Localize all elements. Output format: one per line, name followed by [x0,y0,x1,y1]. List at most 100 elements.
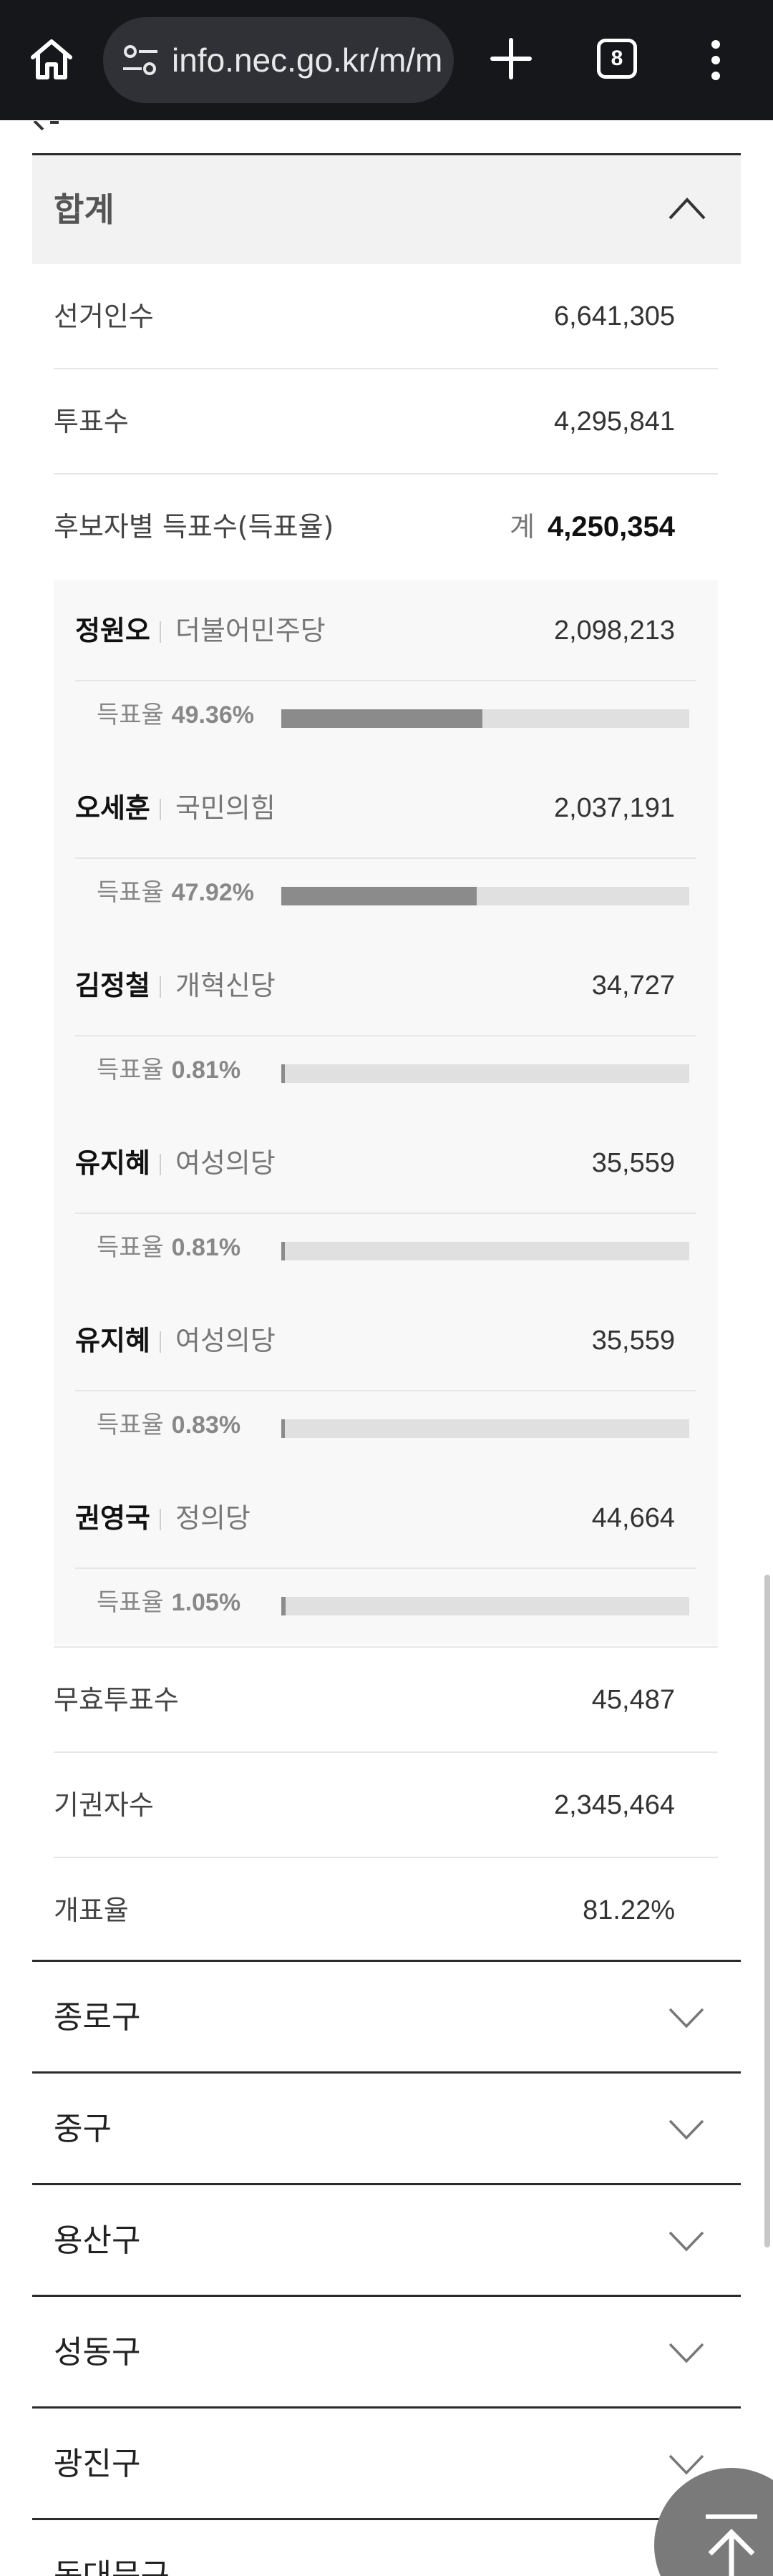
vote-rate-text: 득표율 0.81% [97,1233,240,1263]
district-row[interactable]: 동대문구 [32,2518,741,2576]
row-abstain: 기권자수 2,345,464 [54,1753,718,1858]
row-value: 4,295,841 [553,407,675,437]
name-separator [160,621,161,643]
row-label: 무효투표수 [54,1684,179,1716]
candidate-card: 정원오 더불어민주당 2,098,213 득표율 49.36% [54,580,718,757]
district-row[interactable]: 광진구 [32,2406,741,2518]
cutoff-text-fragment [31,120,60,131]
district-name: 동대문구 [54,2557,170,2576]
district-row[interactable]: 용산구 [32,2183,741,2295]
name-separator [160,1154,161,1175]
vote-rate-value: 0.81% [171,1056,241,1084]
candidate-name: 오세훈 [75,792,150,824]
vote-rate-value: 0.83% [171,1411,241,1439]
vote-rate-bar [281,1597,689,1615]
name-separator [160,799,161,820]
name-separator [160,976,161,998]
candidate-votes: 44,664 [591,1503,675,1533]
row-label: 투표수 [54,406,129,437]
district-row[interactable]: 종로구 [32,1960,741,2071]
chevron-down-icon[interactable] [668,2230,705,2252]
vote-rate-bar-fill [281,1242,285,1260]
row-label: 선거인수 [54,301,154,332]
name-separator [160,1331,161,1353]
vote-rate-bar [281,1064,689,1083]
vote-rate-label: 득표율 [97,878,164,907]
chevron-up-icon[interactable] [668,195,706,221]
vote-rate-bar [281,887,689,905]
candidate-header: 유지혜 여성의당 35,559 [75,1290,696,1391]
candidate-votes: 2,098,213 [553,616,675,646]
vote-rate-text: 득표율 1.05% [97,1588,240,1618]
row-label: 후보자별 득표수(득표율) [54,511,334,543]
vote-rate-label: 득표율 [97,1056,164,1084]
row-ballots: 투표수 4,295,841 [54,369,718,475]
vote-rate-label: 득표율 [97,1588,164,1617]
candidate-name: 정원오 [75,615,150,646]
candidate-name: 권영국 [75,1502,150,1534]
candidate-card: 김정철 개혁신당 34,727 득표율 0.81% [54,935,718,1112]
vote-rate-label: 득표율 [97,1233,164,1262]
vote-rate-bar-fill [281,709,482,728]
candidate-list: 정원오 더불어민주당 2,098,213 득표율 49.36% 오세훈 국민의힘 2,037… [54,580,718,1646]
district-name: 용산구 [54,2222,141,2259]
candidate-party: 국민의힘 [175,792,276,824]
vote-rate-bar-fill [281,1064,285,1083]
chevron-down-icon[interactable] [668,2006,705,2029]
candidate-header: 정원오 더불어민주당 2,098,213 [75,580,696,681]
candidate-votes: 35,559 [591,1326,675,1356]
row-value: 45,487 [591,1685,675,1715]
row-label: 기권자수 [54,1789,154,1821]
summary-header[interactable]: 합계 [32,155,741,264]
scrollbar[interactable] [764,1575,770,2247]
candidate-votes: 34,727 [591,971,675,1001]
total-prefix: 계 [510,511,535,543]
candidate-header: 유지혜 여성의당 35,559 [75,1112,696,1214]
site-settings-icon[interactable] [122,43,159,77]
row-value: 6,641,305 [553,301,675,331]
vote-rate-text: 득표율 0.83% [97,1410,240,1440]
district-name: 광진구 [54,2446,141,2482]
address-bar[interactable]: info.nec.go.kr/m/main/main.xhtml [103,17,454,103]
district-name: 종로구 [54,1999,141,2036]
summary-title: 합계 [54,190,115,229]
candidate-card: 오세훈 국민의힘 2,037,191 득표율 47.92% [54,757,718,935]
district-name: 중구 [54,2111,112,2147]
chevron-down-icon[interactable] [668,2341,705,2364]
vote-rate-text: 득표율 47.92% [97,878,254,908]
district-row[interactable]: 중구 [32,2071,741,2183]
url-text: info.nec.go.kr/m/main/main.xhtml [172,42,444,79]
candidate-card: 유지혜 여성의당 35,559 득표율 0.83% [54,1290,718,1467]
vote-rate-value: 1.05% [171,1589,241,1616]
more-vert-icon[interactable] [704,39,727,82]
district-name: 성동구 [54,2334,141,2371]
vote-rate-value: 0.81% [171,1234,241,1261]
candidate-party: 여성의당 [175,1325,276,1356]
candidate-header: 오세훈 국민의힘 2,037,191 [75,757,696,859]
candidate-header: 김정철 개혁신당 34,727 [75,935,696,1036]
scroll-to-top-button[interactable] [654,2468,773,2576]
vote-rate-label: 득표율 [97,701,164,729]
row-electors: 선거인수 6,641,305 [54,264,718,369]
candidate-card: 권영국 정의당 44,664 득표율 1.05% [54,1467,718,1645]
district-row[interactable]: 성동구 [32,2295,741,2406]
vote-rate-bar [281,1242,689,1260]
row-value: 81.22% [583,1895,675,1925]
plus-icon[interactable] [487,34,535,83]
tab-switcher-icon[interactable]: 8 [597,39,637,79]
vote-rate-label: 득표율 [97,1411,164,1439]
row-value: 계 4,250,354 [510,510,675,544]
arrow-up-icon [706,2514,757,2576]
candidate-party: 정의당 [175,1502,251,1534]
vote-rate-bar [281,1419,689,1438]
row-by-candidate: 후보자별 득표수(득표율) 계 4,250,354 [54,475,718,580]
candidate-name: 유지혜 [75,1147,150,1179]
candidate-header: 권영국 정의당 44,664 [75,1467,696,1569]
vote-rate-value: 47.92% [171,879,254,906]
home-icon[interactable] [26,33,77,84]
chevron-down-icon[interactable] [668,2118,705,2141]
browser-toolbar: info.nec.go.kr/m/main/main.xhtml 8 [0,0,773,120]
candidate-party: 개혁신당 [175,970,276,1001]
vote-rate-bar-fill [281,887,477,905]
vote-rate-text: 득표율 49.36% [97,700,254,730]
